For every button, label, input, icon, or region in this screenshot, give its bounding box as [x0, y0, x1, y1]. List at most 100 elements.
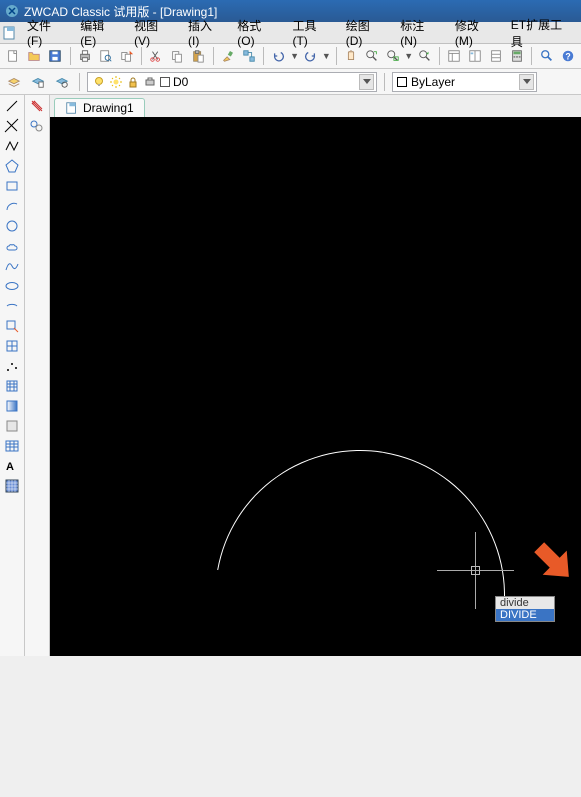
ellipse-arc-icon[interactable]	[2, 297, 22, 315]
menu-format[interactable]: 格式(O)	[230, 22, 285, 43]
menu-file[interactable]: 文件(F)	[20, 22, 73, 43]
workspace: A Drawing1 divide DIVIDE	[0, 95, 581, 656]
point-icon[interactable]	[2, 357, 22, 375]
arc-icon[interactable]	[2, 197, 22, 215]
layer-filter-icon[interactable]	[52, 72, 72, 92]
command-autocomplete[interactable]: divide DIVIDE	[495, 596, 555, 622]
d0-label: D0	[173, 75, 188, 89]
undo-dropdown-icon[interactable]: ▼	[290, 51, 299, 61]
color-bylayer-dropdown[interactable]: ByLayer	[392, 72, 537, 92]
toolbar-separator	[384, 73, 385, 91]
paste-icon[interactable]	[189, 46, 208, 66]
menu-insert[interactable]: 插入(I)	[181, 22, 230, 43]
help-icon[interactable]: ?	[558, 46, 577, 66]
circle-icon[interactable]	[2, 217, 22, 235]
undo-icon[interactable]	[269, 46, 288, 66]
revcloud-icon[interactable]	[2, 237, 22, 255]
zoom-window-icon[interactable]	[383, 46, 402, 66]
calc-icon[interactable]	[508, 46, 527, 66]
copy-icon[interactable]	[168, 46, 187, 66]
print-icon[interactable]	[76, 46, 95, 66]
line-icon[interactable]	[2, 97, 22, 115]
find-icon[interactable]	[537, 46, 556, 66]
copy-obj-icon[interactable]	[27, 117, 47, 135]
text-grid-icon[interactable]	[2, 477, 22, 495]
zoom-realtime-icon[interactable]	[363, 46, 382, 66]
properties-icon[interactable]	[445, 46, 464, 66]
menu-label: 编辑(E)	[80, 17, 120, 48]
menu-label: 格式(O)	[237, 17, 278, 48]
bylayer-swatch	[397, 77, 407, 87]
typed-command: divide	[496, 597, 554, 609]
match-prop-icon[interactable]	[219, 46, 238, 66]
tool-palette-icon[interactable]	[487, 46, 506, 66]
erase-icon[interactable]	[27, 97, 47, 115]
menu-draw[interactable]: 绘图(D)	[339, 22, 394, 43]
pickbox-icon	[471, 566, 480, 575]
design-center-icon[interactable]	[466, 46, 485, 66]
menubar: 文件(F) 编辑(E) 视图(V) 插入(I) 格式(O) 工具(T) 绘图(D…	[0, 22, 581, 44]
menu-label: 插入(I)	[188, 17, 223, 48]
menu-dim[interactable]: 标注(N)	[393, 22, 448, 43]
menu-label: 视图(V)	[134, 17, 174, 48]
open-file-icon[interactable]	[25, 46, 44, 66]
polygon-icon[interactable]	[2, 157, 22, 175]
cut-icon[interactable]	[147, 46, 166, 66]
publish-icon[interactable]	[117, 46, 136, 66]
rectangle-icon[interactable]	[2, 177, 22, 195]
chevron-down-icon[interactable]	[519, 74, 534, 90]
viewport[interactable]: divide DIVIDE	[50, 117, 581, 656]
standard-toolbar: ▼ ▼ ▼ ?	[0, 44, 581, 69]
menu-label: 修改(M)	[455, 17, 497, 48]
command-suggestion[interactable]: DIVIDE	[496, 609, 554, 621]
redo-icon[interactable]	[301, 46, 320, 66]
draw-toolbar: A	[0, 95, 25, 656]
doc-tab-bar: Drawing1	[50, 95, 581, 117]
arc-object	[158, 393, 562, 797]
ellipse-icon[interactable]	[2, 277, 22, 295]
doc-icon	[0, 25, 20, 41]
plot-icon	[143, 75, 157, 89]
menu-edit[interactable]: 编辑(E)	[73, 22, 127, 43]
new-file-icon[interactable]	[4, 46, 23, 66]
layer-states-icon[interactable]	[28, 72, 48, 92]
menu-modify[interactable]: 修改(M)	[448, 22, 504, 43]
block-editor-icon[interactable]	[239, 46, 258, 66]
toolbar-separator	[263, 47, 264, 65]
menu-view[interactable]: 视图(V)	[127, 22, 181, 43]
toolbar-separator	[79, 73, 80, 91]
lock-icon	[126, 75, 140, 89]
doc-tab[interactable]: Drawing1	[54, 98, 145, 117]
menu-label: 绘图(D)	[346, 17, 387, 48]
menu-tools[interactable]: 工具(T)	[285, 22, 338, 43]
zoom-previous-icon[interactable]	[415, 46, 434, 66]
zoom-dropdown-icon[interactable]: ▼	[404, 51, 413, 61]
insert-block-icon[interactable]	[2, 317, 22, 335]
mtext-icon[interactable]: A	[2, 457, 22, 475]
redo-dropdown-icon[interactable]: ▼	[322, 51, 331, 61]
layer-props-icon[interactable]	[4, 72, 24, 92]
layer-dropdown[interactable]: D0	[87, 72, 377, 92]
modify-toolbar	[25, 95, 50, 656]
layer-toolbar: D0 ByLayer	[0, 69, 581, 95]
region-icon[interactable]	[2, 417, 22, 435]
save-icon[interactable]	[46, 46, 65, 66]
gradient-icon[interactable]	[2, 397, 22, 415]
toolbar-separator	[141, 47, 142, 65]
pan-icon[interactable]	[342, 46, 361, 66]
spline-icon[interactable]	[2, 257, 22, 275]
print-preview-icon[interactable]	[96, 46, 115, 66]
table-icon[interactable]	[2, 437, 22, 455]
menu-label: 标注(N)	[400, 17, 441, 48]
hatch-icon[interactable]	[2, 377, 22, 395]
chevron-down-icon[interactable]	[359, 74, 374, 90]
make-block-icon[interactable]	[2, 337, 22, 355]
doc-tab-icon	[65, 101, 79, 115]
toolbar-separator	[336, 47, 337, 65]
sun-icon	[109, 75, 123, 89]
xline-icon[interactable]	[2, 117, 22, 135]
polyline-icon[interactable]	[2, 137, 22, 155]
menu-et[interactable]: ET扩展工具	[504, 22, 581, 43]
toolbar-separator	[439, 47, 440, 65]
doc-tab-label: Drawing1	[83, 101, 134, 115]
